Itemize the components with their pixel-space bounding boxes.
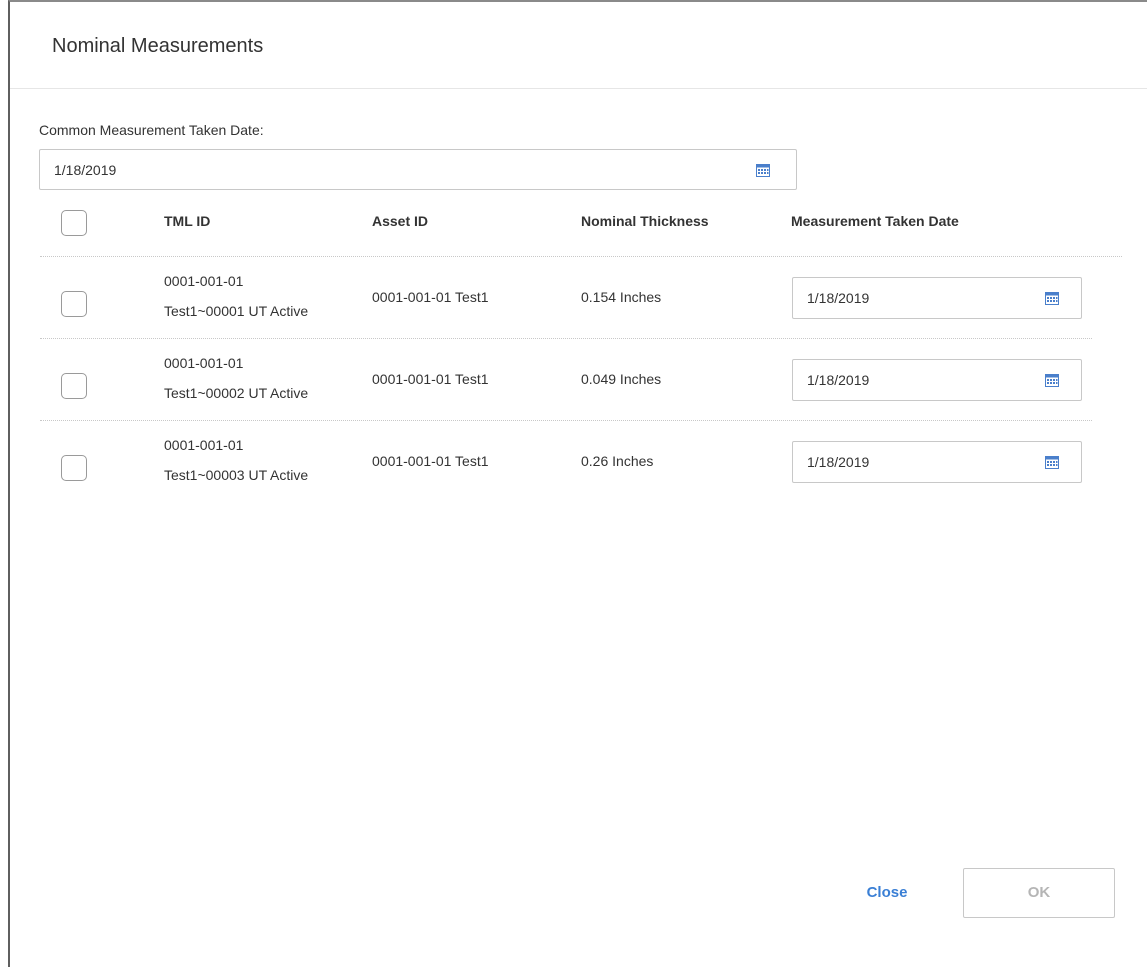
calendar-icon[interactable] [756, 163, 770, 177]
common-date-label: Common Measurement Taken Date: [39, 122, 264, 138]
calendar-icon[interactable] [1045, 455, 1059, 469]
header-nominal-thickness: Nominal Thickness [581, 213, 709, 229]
row-checkbox[interactable] [61, 373, 87, 399]
nominal-measurements-dialog: Nominal Measurements Common Measurement … [8, 0, 1147, 967]
header-tml-id: TML ID [164, 213, 211, 229]
nominal-thickness: 0.049 Inches [581, 371, 662, 387]
header-divider [40, 256, 1122, 257]
header-measurement-date: Measurement Taken Date [791, 213, 959, 229]
measurement-date-field[interactable]: 1/18/2019 [792, 441, 1082, 483]
asset-id: 0001-001-01 Test1 [372, 371, 489, 387]
close-button[interactable]: Close [842, 868, 932, 918]
calendar-icon[interactable] [1045, 373, 1059, 387]
row-divider [40, 420, 1092, 421]
measurement-date-value: 1/18/2019 [807, 454, 870, 470]
tml-id-line2: Test1~00002 UT Active [164, 385, 309, 401]
nominal-thickness: 0.154 Inches [581, 289, 662, 305]
asset-id: 0001-001-01 Test1 [372, 453, 489, 469]
dialog-header: Nominal Measurements [10, 2, 1147, 89]
common-date-value: 1/18/2019 [54, 161, 117, 178]
common-date-field[interactable]: 1/18/2019 [39, 149, 797, 190]
tml-id-line2: Test1~00003 UT Active [164, 467, 309, 483]
asset-id: 0001-001-01 Test1 [372, 289, 489, 305]
tml-id-line2: Test1~00001 UT Active [164, 303, 309, 319]
nominal-thickness: 0.26 Inches [581, 453, 654, 469]
tml-id-line1: 0001-001-01 [164, 437, 244, 453]
header-asset-id: Asset ID [372, 213, 429, 229]
measurement-date-value: 1/18/2019 [807, 290, 870, 306]
measurement-date-field[interactable]: 1/18/2019 [792, 359, 1082, 401]
tml-id-line1: 0001-001-01 [164, 355, 244, 371]
tml-id-line1: 0001-001-01 [164, 273, 244, 289]
calendar-icon[interactable] [1045, 291, 1059, 305]
row-checkbox[interactable] [61, 455, 87, 481]
row-checkbox[interactable] [61, 291, 87, 317]
select-all-checkbox[interactable] [61, 210, 87, 236]
measurement-date-value: 1/18/2019 [807, 372, 870, 388]
measurement-date-field[interactable]: 1/18/2019 [792, 277, 1082, 319]
ok-button[interactable]: OK [963, 868, 1115, 918]
dialog-title: Nominal Measurements [52, 35, 264, 57]
row-divider [40, 338, 1092, 339]
